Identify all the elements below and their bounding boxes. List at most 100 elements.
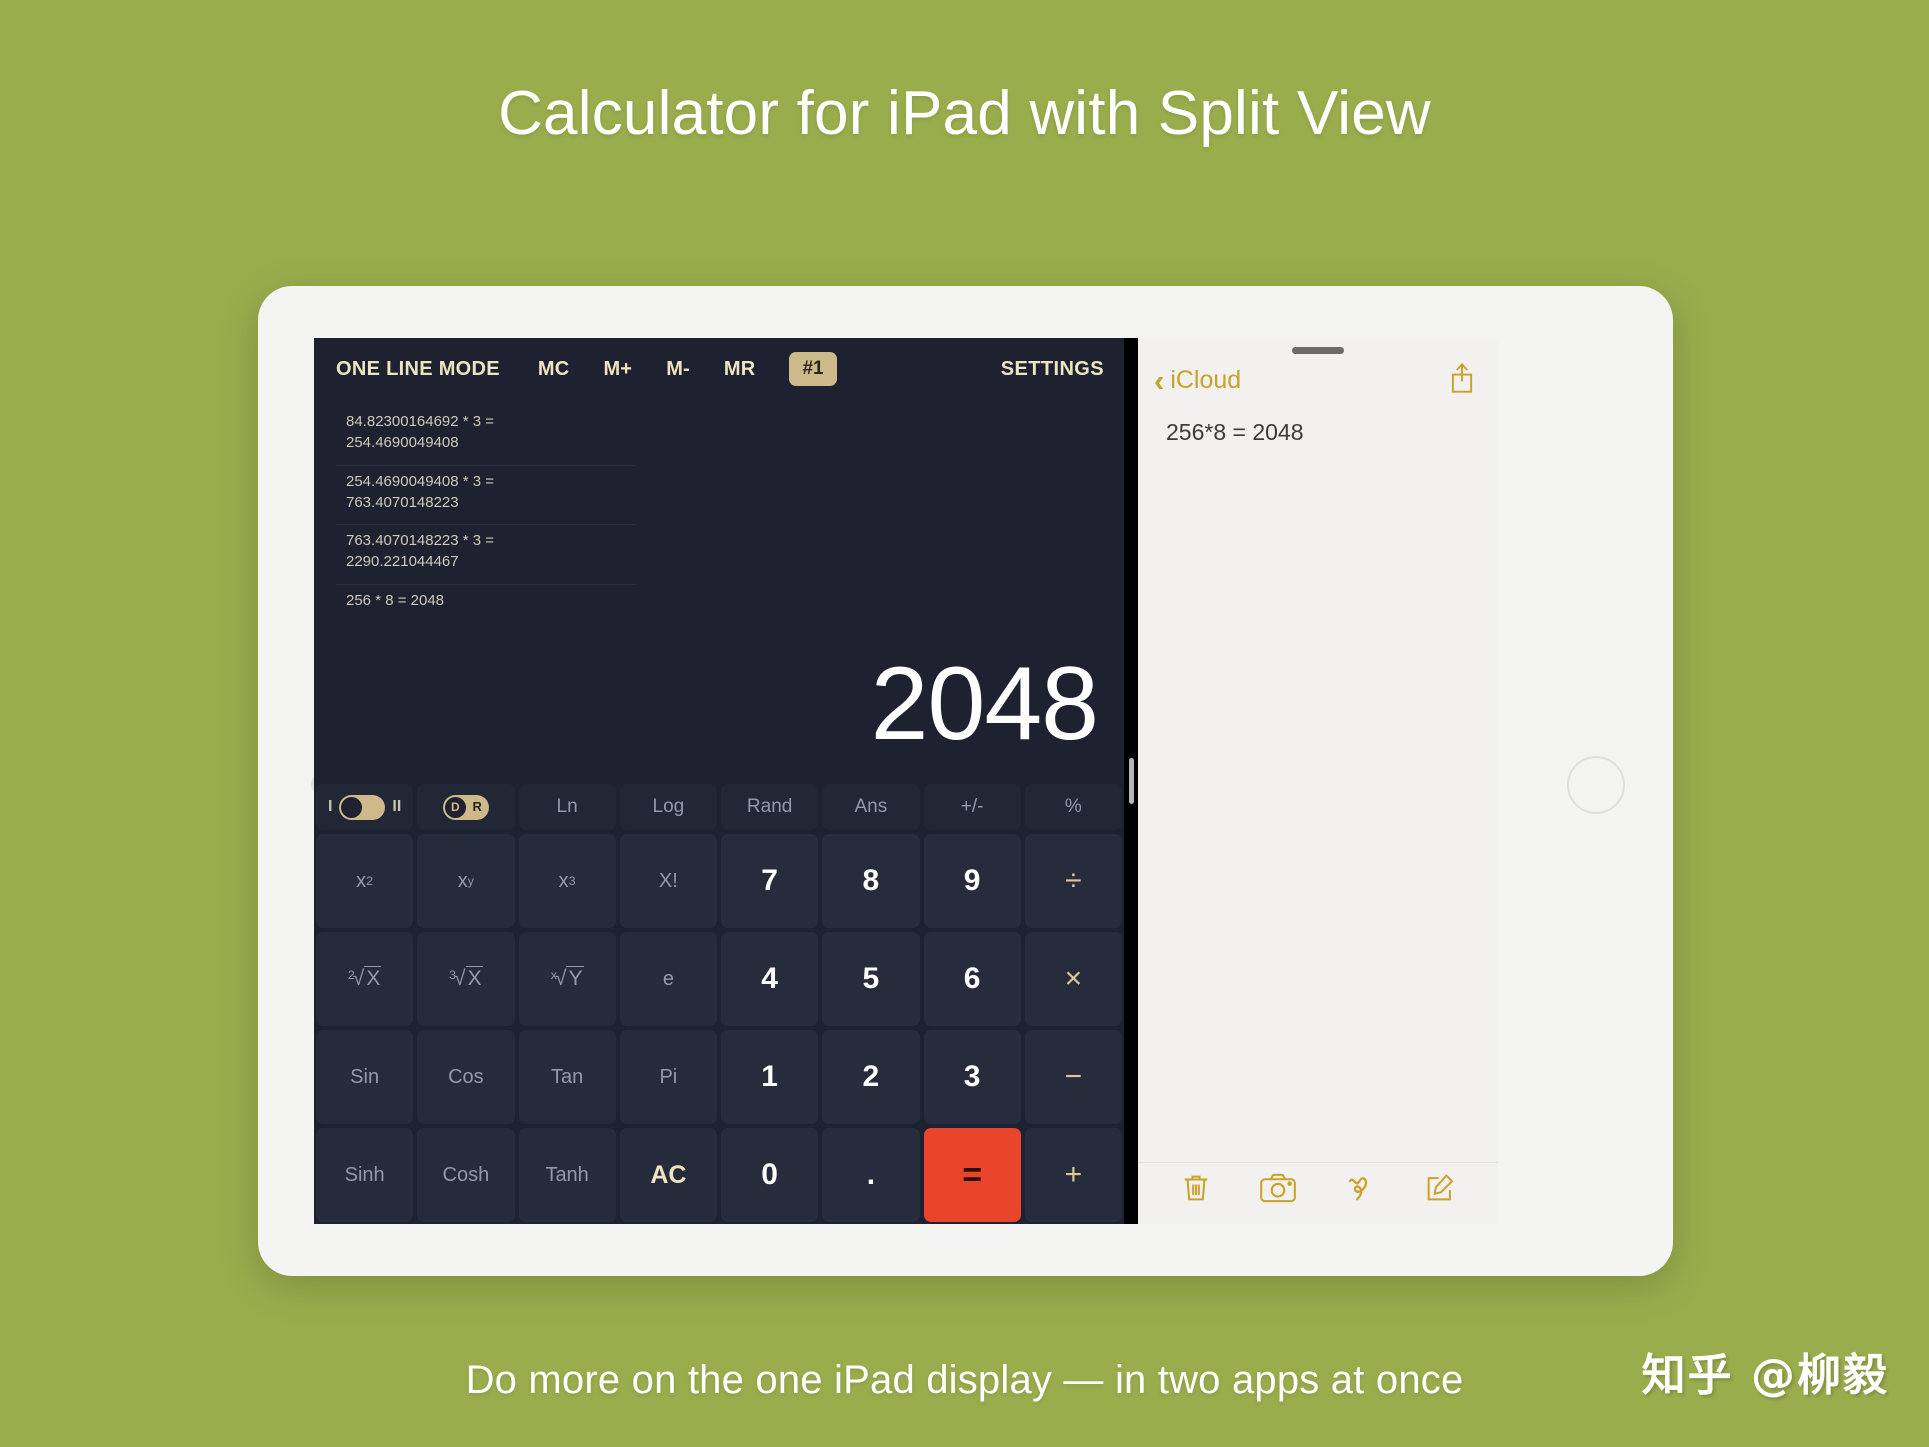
key-divide[interactable]: ÷: [1023, 833, 1123, 929]
result-display: 2048: [870, 646, 1099, 762]
markup-icon[interactable]: [1343, 1171, 1377, 1210]
memory-add-button[interactable]: M+: [603, 358, 632, 381]
watermark: 知乎 @柳毅: [1641, 1350, 1889, 1401]
ipad-screen: ONE LINE MODE MC M+ M- MR #1 SETTINGS 84…: [314, 338, 1498, 1224]
history-item[interactable]: 763.4070148223 * 3 = 2290.221044467: [336, 525, 636, 585]
mode-toggle-left-label: I: [327, 798, 333, 815]
key-2[interactable]: 2: [821, 1029, 921, 1125]
history-item[interactable]: 254.4690049408 * 3 = 763.4070148223: [336, 466, 636, 526]
angle-switch-side-label: R: [472, 798, 482, 814]
key-equals[interactable]: =: [922, 1127, 1022, 1223]
key-tan[interactable]: Tan: [517, 1029, 617, 1125]
notes-toolbar-top: ‹ iCloud: [1138, 354, 1498, 403]
key-decimal-point[interactable]: .: [821, 1127, 921, 1223]
key-tanh[interactable]: Tanh: [517, 1127, 617, 1223]
angle-switch-track[interactable]: D R: [442, 794, 489, 820]
key-x-cubed[interactable]: x3: [517, 833, 617, 929]
history-list[interactable]: 84.82300164692 * 3 = 254.4690049408 254.…: [336, 404, 636, 782]
page-title: Calculator for iPad with Split View: [498, 79, 1431, 148]
key-label: x: [558, 869, 569, 892]
camera-icon[interactable]: [1259, 1171, 1297, 1210]
key-square-root[interactable]: 2 √X: [315, 931, 415, 1027]
back-to-icloud-button[interactable]: ‹ iCloud: [1154, 365, 1241, 396]
key-all-clear[interactable]: AC: [618, 1127, 718, 1223]
mode-label: ONE LINE MODE: [336, 357, 500, 380]
calculator-toolbar: ONE LINE MODE MC M+ M- MR #1 SETTINGS: [314, 338, 1124, 400]
keypad-row: Sin Cos Tan Pi 1 2 3 −: [314, 1028, 1124, 1126]
key-pi[interactable]: Pi: [618, 1029, 718, 1125]
home-button[interactable]: [1567, 756, 1625, 814]
keypad-row: Sinh Cosh Tanh AC 0 . = +: [314, 1126, 1124, 1224]
root-index: 3: [449, 968, 457, 983]
history-item[interactable]: 84.82300164692 * 3 = 254.4690049408: [336, 406, 636, 466]
key-label: X: [364, 966, 382, 990]
memory-clear-button[interactable]: MC: [538, 358, 570, 381]
mode-toggle-right-label: II: [392, 798, 402, 815]
key-subtract[interactable]: −: [1023, 1029, 1123, 1125]
key-label: x: [356, 869, 367, 892]
root-index: x: [550, 968, 557, 983]
ipad-device: ONE LINE MODE MC M+ M- MR #1 SETTINGS 84…: [258, 286, 1673, 1276]
key-factorial[interactable]: X!: [618, 833, 718, 929]
key-cosh[interactable]: Cosh: [416, 1127, 516, 1223]
root-index: 2: [347, 968, 355, 983]
key-rand[interactable]: Rand: [720, 783, 820, 831]
angle-unit-toggle-switch[interactable]: D R: [416, 783, 516, 831]
key-add[interactable]: +: [1023, 1127, 1123, 1223]
keypad-row: x2 xy x3 X! 7 8 9 ÷: [314, 832, 1124, 930]
key-sinh[interactable]: Sinh: [315, 1127, 415, 1223]
key-x-power-y[interactable]: xy: [416, 833, 516, 929]
notes-toolbar-bottom: [1138, 1162, 1498, 1224]
key-log[interactable]: Log: [618, 783, 718, 831]
memory-slot-badge[interactable]: #1: [789, 352, 837, 386]
page-caption: Do more on the one iPad display — in two…: [465, 1358, 1464, 1402]
key-plus-minus[interactable]: +/-: [922, 783, 1022, 831]
key-label: Y: [566, 966, 584, 990]
mode-toggle-switch[interactable]: I II: [315, 783, 415, 831]
key-7[interactable]: 7: [720, 833, 820, 929]
chevron-left-icon: ‹: [1154, 363, 1165, 398]
key-euler-e[interactable]: e: [618, 931, 718, 1027]
split-view-divider[interactable]: [1124, 338, 1138, 1224]
compose-icon[interactable]: [1423, 1171, 1457, 1210]
mode-switch-track[interactable]: [339, 794, 386, 820]
note-text-line: 256*8 = 2048: [1166, 419, 1304, 445]
history-item[interactable]: 256 * 8 = 2048: [336, 585, 636, 622]
back-label: iCloud: [1170, 366, 1242, 394]
keypad: I II D R Ln Log Rand Ans +/- % x 2 x y x…: [314, 782, 1124, 1224]
settings-button[interactable]: SETTINGS: [1001, 358, 1104, 381]
key-x-squared[interactable]: x2: [315, 833, 415, 929]
memory-recall-button[interactable]: MR: [724, 358, 756, 381]
key-1[interactable]: 1: [720, 1029, 820, 1125]
key-cos[interactable]: Cos: [416, 1029, 516, 1125]
share-icon[interactable]: [1448, 362, 1476, 399]
split-view-grip-handle[interactable]: [1128, 758, 1134, 804]
key-sin[interactable]: Sin: [315, 1029, 415, 1125]
key-0[interactable]: 0: [720, 1127, 820, 1223]
key-cube-root[interactable]: 3 √X: [416, 931, 516, 1027]
trash-icon[interactable]: [1179, 1171, 1213, 1210]
key-9[interactable]: 9: [922, 833, 1022, 929]
key-4[interactable]: 4: [720, 931, 820, 1027]
key-multiply[interactable]: ×: [1023, 931, 1123, 1027]
key-6[interactable]: 6: [922, 931, 1022, 1027]
key-nth-root[interactable]: x √Y: [517, 931, 617, 1027]
angle-switch-knob: D: [444, 796, 466, 818]
key-percent[interactable]: %: [1023, 783, 1123, 831]
key-ln[interactable]: Ln: [517, 783, 617, 831]
key-3[interactable]: 3: [922, 1029, 1022, 1125]
keypad-function-row: I II D R Ln Log Rand Ans +/- %: [314, 782, 1124, 832]
keypad-row: 2 √X 3 √X x √Y e 4 5 6 ×: [314, 930, 1124, 1028]
calculator-app: ONE LINE MODE MC M+ M- MR #1 SETTINGS 84…: [314, 338, 1124, 1224]
key-8[interactable]: 8: [821, 833, 921, 929]
key-label: X: [465, 966, 483, 990]
key-5[interactable]: 5: [821, 931, 921, 1027]
notes-drag-handle[interactable]: [1292, 347, 1344, 354]
key-label: x: [457, 869, 468, 892]
key-ans[interactable]: Ans: [821, 783, 921, 831]
notes-app: ‹ iCloud 256*8 = 2048: [1138, 338, 1498, 1224]
note-content-area[interactable]: 256*8 = 2048: [1138, 403, 1498, 1162]
calculator-display-area: 84.82300164692 * 3 = 254.4690049408 254.…: [314, 400, 1124, 782]
mode-switch-knob: [341, 796, 363, 818]
memory-subtract-button[interactable]: M-: [666, 358, 690, 381]
